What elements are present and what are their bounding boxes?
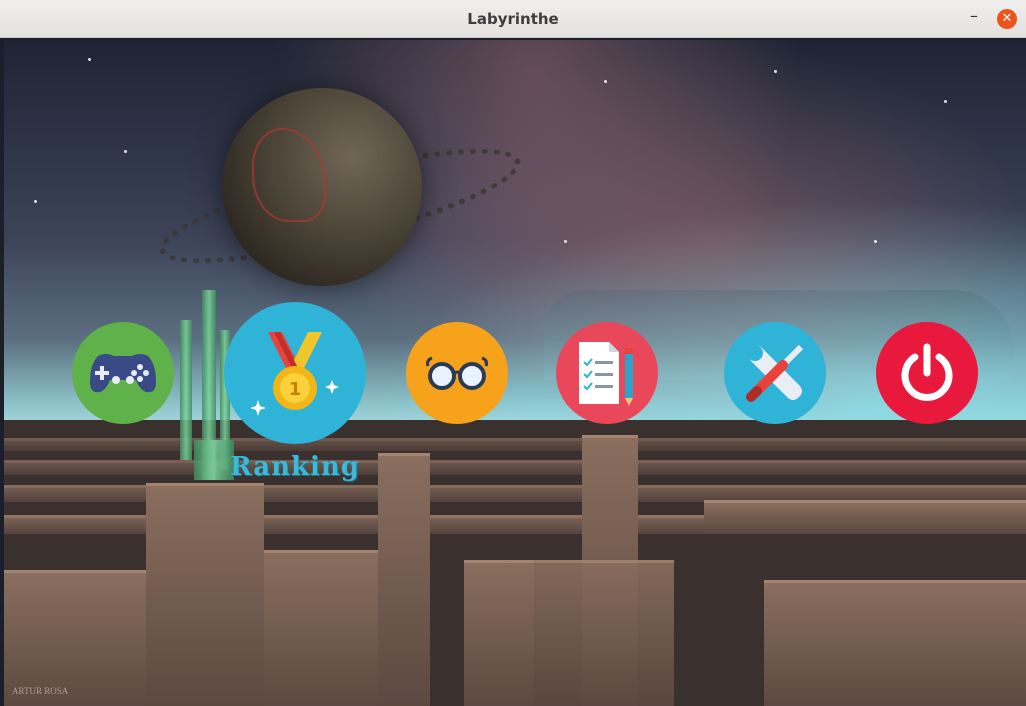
maze-pillar xyxy=(146,483,264,706)
maze-pillar xyxy=(378,453,430,706)
glasses-icon xyxy=(424,356,490,390)
power-icon xyxy=(897,343,957,403)
minimize-button[interactable]: – xyxy=(966,8,982,26)
star xyxy=(564,240,567,243)
star xyxy=(34,200,37,203)
cactus xyxy=(180,320,192,460)
gamepad-icon xyxy=(88,350,158,396)
artist-credit: ARTUR ROSA xyxy=(12,686,69,696)
star xyxy=(774,70,777,73)
view-button[interactable] xyxy=(406,322,508,424)
ranking-label: Ranking xyxy=(230,452,360,482)
title-bar: Labyrinthe – ✕ xyxy=(0,0,1026,38)
settings-button[interactable] xyxy=(724,322,826,424)
star xyxy=(88,58,91,61)
checklist-icon xyxy=(575,338,639,408)
maze-wall xyxy=(4,438,1026,451)
svg-text:1: 1 xyxy=(289,379,302,400)
tools-icon xyxy=(743,341,807,405)
rules-button[interactable] xyxy=(556,322,658,424)
planet xyxy=(222,88,422,286)
close-button[interactable]: ✕ xyxy=(997,9,1017,29)
maze-wall xyxy=(764,580,1026,706)
star xyxy=(944,100,947,103)
star xyxy=(874,240,877,243)
planet-lava xyxy=(252,128,326,222)
star xyxy=(124,150,127,153)
window-title: Labyrinthe xyxy=(467,10,559,28)
maze-wall xyxy=(4,460,1026,475)
maze-wall xyxy=(264,550,384,706)
star xyxy=(604,80,607,83)
ranking-button[interactable]: 1 xyxy=(224,302,366,444)
quit-button[interactable] xyxy=(876,322,978,424)
maze-wall xyxy=(524,560,674,706)
play-button[interactable] xyxy=(72,322,174,424)
maze-wall xyxy=(704,500,1026,533)
game-window: Labyrinthe – ✕ ARTUR ROSA 1 Ranking xyxy=(0,0,1026,706)
medal-icon: 1 xyxy=(250,328,340,418)
